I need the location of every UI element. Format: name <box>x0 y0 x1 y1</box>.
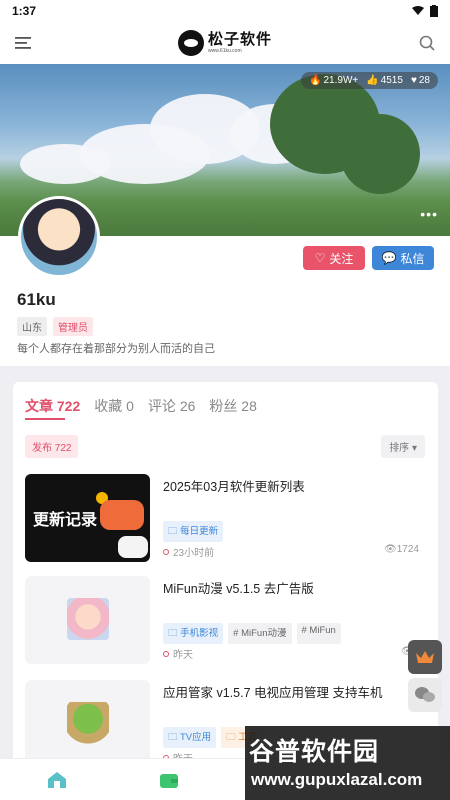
tab-articles[interactable]: 文章 722 <box>25 396 80 416</box>
site-watermark: 谷普软件园 www.gupuxlazal.com <box>245 726 450 800</box>
brand-url: www.61ku.com <box>207 48 242 54</box>
location-tag: 山东 <box>17 317 47 336</box>
battery-icon <box>430 5 438 17</box>
folder-icon: 🗀 <box>168 526 178 537</box>
tab-bar: 文章 722 收藏 0 评论 26 粉丝 28 <box>25 396 257 416</box>
search-icon[interactable] <box>418 34 436 52</box>
post-time: 23小时前 <box>163 544 214 559</box>
post-item[interactable]: MiFun动漫 v5.1.5 去广告版 🗀 手机影视 # MiFun动漫 # M… <box>25 576 425 664</box>
heart-outline-icon: ♡ <box>314 251 326 265</box>
folder-icon: 🗀 <box>168 732 178 743</box>
tab-indicator <box>25 418 65 420</box>
avatar[interactable] <box>18 196 100 278</box>
post-title: 2025年03月软件更新列表 <box>163 480 305 494</box>
follow-label: 关注 <box>329 251 354 266</box>
brand-name: 松子软件 <box>207 31 272 48</box>
favorites-count: 28 <box>418 75 430 86</box>
follow-button[interactable]: ♡ 关注 <box>303 246 365 270</box>
gamepad-icon <box>100 500 144 530</box>
tab-comments[interactable]: 评论 26 <box>148 396 195 416</box>
folder-icon: 🗀 <box>226 732 236 743</box>
post-item[interactable]: 更新记录 2025年03月软件更新列表 🗀 每日更新 23小时前 👁1724 <box>25 474 425 562</box>
thumb-up-icon: 👍 <box>366 75 379 86</box>
chevron-down-icon: ▾ <box>411 443 417 454</box>
post-thumbnail <box>25 576 150 664</box>
category-tag[interactable]: 🗀 手机影视 <box>163 623 224 644</box>
post-title: 应用管家 v1.5.7 电视应用管理 支持车机 <box>163 686 383 700</box>
post-tag[interactable]: # MiFun动漫 <box>228 623 292 644</box>
wallet-icon[interactable] <box>158 769 180 791</box>
message-label: 私信 <box>400 251 425 266</box>
watermark-title: 谷普软件园 <box>249 738 380 766</box>
likes-count: 4515 <box>380 75 403 86</box>
user-bio: 每个人都存在着那部分为别人而活的自己 <box>17 343 215 355</box>
top-bar: 松子软件 www.61ku.com <box>0 22 450 64</box>
eye-icon: 👁 <box>384 544 397 555</box>
status-time: 1:37 <box>12 4 37 18</box>
menu-icon[interactable] <box>14 34 32 52</box>
tab-favorites[interactable]: 收藏 0 <box>94 396 134 416</box>
sort-dropdown[interactable]: 排序 ▾ <box>381 435 425 458</box>
watermark-url: www.gupuxlazal.com <box>251 770 423 789</box>
brand-mark-icon <box>177 30 204 56</box>
fire-icon: 🔥 <box>309 75 322 86</box>
more-icon[interactable]: ••• <box>420 206 438 222</box>
status-bar: 1:37 <box>0 0 450 22</box>
vip-crown-button[interactable] <box>408 640 442 674</box>
post-title: MiFun动漫 v5.1.5 去广告版 <box>163 582 314 596</box>
tab-fans[interactable]: 粉丝 28 <box>209 396 256 416</box>
wechat-button[interactable] <box>408 678 442 712</box>
home-icon[interactable] <box>46 769 68 791</box>
folder-icon: 🗀 <box>168 628 178 639</box>
post-views: 👁1724 <box>384 544 419 555</box>
wifi-icon <box>412 6 424 15</box>
message-button[interactable]: 💬 私信 <box>372 246 434 270</box>
views-count: 21.9W+ <box>323 75 359 86</box>
role-tag: 管理员 <box>53 317 93 336</box>
wechat-icon <box>415 687 435 702</box>
clock-icon <box>163 548 169 555</box>
category-tag[interactable]: 🗀 TV应用 <box>163 727 217 748</box>
stats-badge: 🔥 21.9W+ 👍 4515 ♥ 28 <box>301 72 438 89</box>
post-tag[interactable]: # MiFun <box>296 623 341 644</box>
post-time: 昨天 <box>163 646 193 661</box>
username: 61ku <box>17 290 56 309</box>
publish-filter[interactable]: 发布 722 <box>25 435 79 458</box>
chat-icon: 💬 <box>381 251 397 265</box>
thumb-text: 更新记录 <box>33 512 98 529</box>
profile-section: ♡ 关注 💬 私信 61ku 山东 管理员 每个人都存在着那部分为别人而活的自己 <box>0 196 450 366</box>
post-thumbnail <box>25 680 150 768</box>
heart-icon: ♥ <box>410 75 417 86</box>
clock-icon <box>163 650 169 657</box>
category-tag[interactable]: 🗀 每日更新 <box>163 521 224 542</box>
brand-logo[interactable]: 松子软件 www.61ku.com <box>177 30 272 56</box>
crown-icon <box>416 651 434 663</box>
post-thumbnail: 更新记录 <box>25 474 150 562</box>
